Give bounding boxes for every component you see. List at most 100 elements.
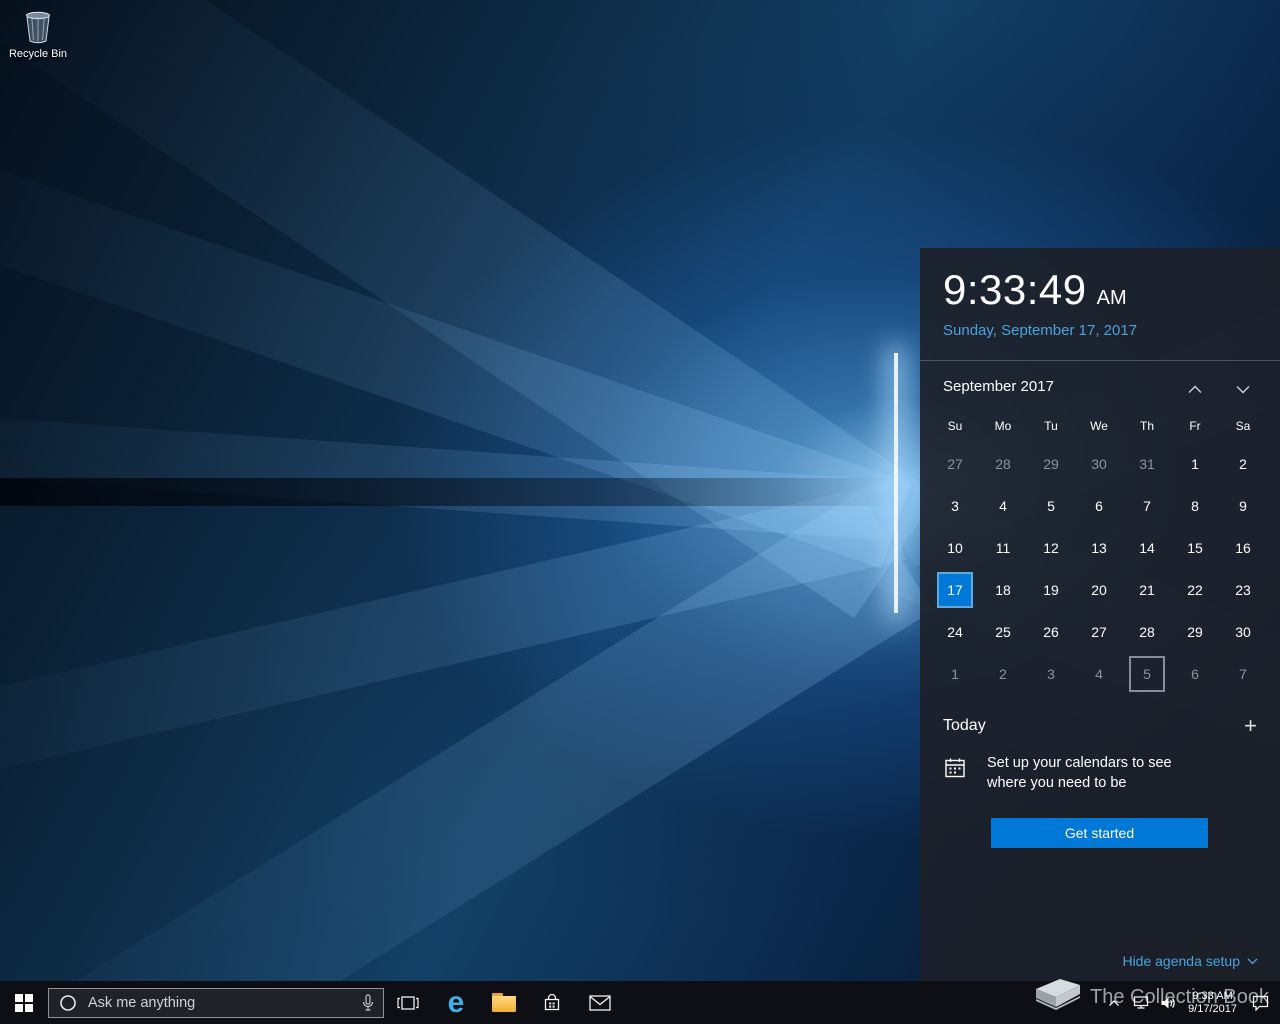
action-center-icon (1252, 995, 1268, 1011)
calendar-next-month-button[interactable] (1229, 378, 1257, 400)
file-explorer-button[interactable] (480, 981, 528, 1024)
calendar-day[interactable]: 31 (1123, 443, 1171, 485)
calendar-day[interactable]: 30 (1075, 443, 1123, 485)
store-bag-icon (544, 993, 560, 1011)
calendar-day[interactable]: 1 (1171, 443, 1219, 485)
calendar-day[interactable]: 18 (979, 569, 1027, 611)
tray-clock[interactable]: 9:33 AM 9/17/2017 (1181, 990, 1244, 1016)
microphone-icon[interactable] (361, 993, 375, 1012)
clock-time: 9:33:49 (943, 266, 1087, 313)
calendar-day[interactable]: 8 (1171, 485, 1219, 527)
calendar-day[interactable]: 5 (1027, 485, 1075, 527)
action-center-button[interactable] (1244, 981, 1276, 1024)
clock-calendar-flyout: 9:33:49 AM Sunday, September 17, 2017 Se… (920, 248, 1280, 981)
calendar-day[interactable]: 15 (1171, 527, 1219, 569)
calendar-day[interactable]: 27 (1075, 611, 1123, 653)
add-event-button[interactable]: + (1244, 715, 1257, 737)
show-hidden-icons-button[interactable] (1100, 981, 1127, 1024)
windows-logo-icon (15, 993, 33, 1012)
calendar-day[interactable]: 24 (931, 611, 979, 653)
calendar-day[interactable]: 6 (1171, 653, 1219, 695)
calendar-day[interactable]: 2 (979, 653, 1027, 695)
mail-envelope-icon (589, 994, 611, 1011)
calendar-day[interactable]: 11 (979, 527, 1027, 569)
calendar-day[interactable]: 16 (1219, 527, 1267, 569)
calendar-day[interactable]: 5 (1123, 653, 1171, 695)
edge-icon: e (447, 985, 465, 1019)
calendar-day[interactable]: 17 (931, 569, 979, 611)
calendar-day[interactable]: 28 (979, 443, 1027, 485)
calendar-day[interactable]: 7 (1219, 653, 1267, 695)
calendar-day[interactable]: 13 (1075, 527, 1123, 569)
flyout-divider (920, 360, 1280, 361)
calendar-grid: 27 28 29 30 31 1 2 3 4 5 6 7 8 9 10 11 12 13 14 15 16 17 18 19 2… (931, 443, 1267, 695)
recycle-bin[interactable]: Recycle Bin (8, 8, 68, 60)
calendar-day[interactable]: 9 (1219, 485, 1267, 527)
clock-time-row: 9:33:49 AM (943, 266, 1127, 314)
volume-button[interactable] (1154, 981, 1181, 1024)
calendar-day[interactable]: 29 (1027, 443, 1075, 485)
calendar-day[interactable]: 12 (1027, 527, 1075, 569)
calendar-day[interactable]: 25 (979, 611, 1027, 653)
calendar-day[interactable]: 20 (1075, 569, 1123, 611)
calendar-month-label[interactable]: September 2017 (943, 378, 1054, 395)
book-icon (1036, 979, 1080, 1010)
taskbar-search[interactable] (48, 987, 384, 1018)
edge-button[interactable]: e (432, 981, 480, 1024)
recycle-bin-label: Recycle Bin (8, 48, 68, 60)
calendar-day[interactable]: 7 (1123, 485, 1171, 527)
tray-time: 9:33 AM (1192, 989, 1233, 1002)
calendar-day[interactable]: 3 (1027, 653, 1075, 695)
agenda-today-row: Today + (943, 715, 1257, 737)
calendar-day[interactable]: 26 (1027, 611, 1075, 653)
store-button[interactable] (528, 981, 576, 1024)
chevron-up-icon (1188, 385, 1202, 393)
calendar-day-header: Su (947, 419, 963, 433)
task-view-button[interactable] (384, 981, 432, 1024)
calendar-day[interactable]: 27 (931, 443, 979, 485)
chevron-down-icon (1236, 385, 1250, 393)
recycle-bin-icon (26, 11, 50, 44)
calendar-day[interactable]: 14 (1123, 527, 1171, 569)
calendar-day[interactable]: 21 (1123, 569, 1171, 611)
calendar-day[interactable]: 30 (1219, 611, 1267, 653)
calendar-day[interactable]: 4 (1075, 653, 1123, 695)
calendar-day[interactable]: 6 (1075, 485, 1123, 527)
get-started-button[interactable]: Get started (991, 818, 1208, 848)
calendar-day[interactable]: 23 (1219, 569, 1267, 611)
desktop-screen: Recycle Bin 9:33:49 AM Sunday, September… (0, 0, 1280, 1024)
taskbar: The Collection Book e (0, 979, 1280, 1024)
search-input[interactable] (86, 993, 352, 1012)
calendar-day-header: Sa (1235, 419, 1251, 433)
network-button[interactable] (1127, 981, 1154, 1024)
calendar-day[interactable]: 3 (931, 485, 979, 527)
chevron-up-icon (1108, 999, 1119, 1006)
start-button[interactable] (0, 981, 48, 1024)
calendar-day[interactable]: 1 (931, 653, 979, 695)
volume-icon (1161, 997, 1175, 1008)
calendar-day[interactable]: 10 (931, 527, 979, 569)
calendar-prev-month-button[interactable] (1181, 378, 1209, 400)
calendar-day[interactable]: 29 (1171, 611, 1219, 653)
calendar-day[interactable]: 2 (1219, 443, 1267, 485)
hide-agenda-label: Hide agenda setup (1122, 953, 1240, 969)
calendar-day[interactable]: 4 (979, 485, 1027, 527)
today-heading: Today (943, 717, 986, 734)
calendar-day[interactable]: 19 (1027, 569, 1075, 611)
cortana-icon (60, 994, 76, 1011)
calendar-month-row: September 2017 (943, 378, 1257, 400)
clock-meridiem: AM (1096, 287, 1127, 309)
mail-button[interactable] (576, 981, 624, 1024)
calendar-day[interactable]: 28 (1123, 611, 1171, 653)
calendar-icon (943, 756, 967, 793)
calendar-day-headers: Su Mo Tu We Th Fr Sa (931, 414, 1267, 438)
wallpaper-dark-band (0, 477, 903, 506)
agenda-setup-section: Set up your calendars to see where you n… (943, 753, 1257, 793)
calendar-day-header: Tu (1044, 419, 1058, 433)
calendar-day[interactable]: 22 (1171, 569, 1219, 611)
hide-agenda-setup-link[interactable]: Hide agenda setup (1122, 953, 1258, 969)
chevron-down-icon (1247, 958, 1258, 964)
calendar-day-header: Mo (994, 419, 1012, 433)
system-tray: 9:33 AM 9/17/2017 (1100, 981, 1280, 1024)
calendar-day-header: Th (1139, 419, 1154, 433)
